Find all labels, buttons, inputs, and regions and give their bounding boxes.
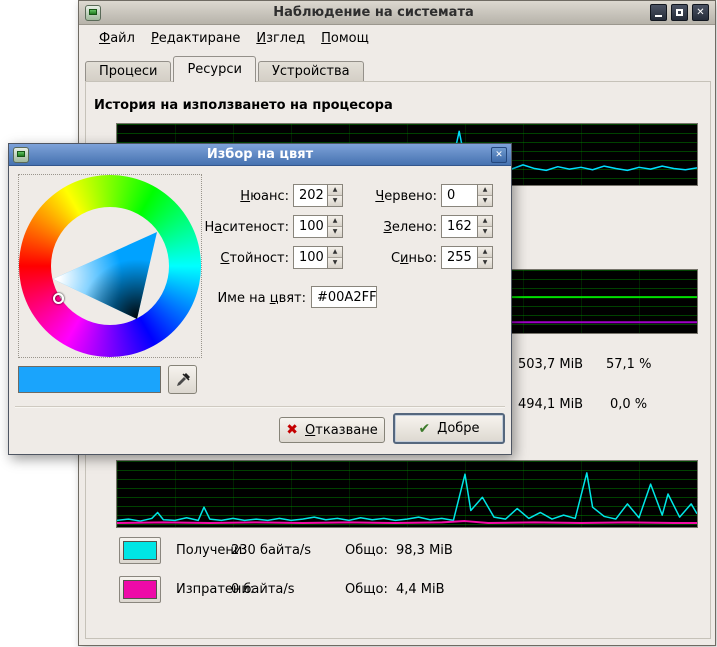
hue-label: Нюанс: [169,189,289,204]
memory-amount: 503,7 MiB [518,357,583,372]
blue-up-icon[interactable]: ▲ [478,247,492,258]
sent-color-swatch [123,580,157,599]
ok-button-label: Добре [437,421,479,436]
green-down-icon[interactable]: ▼ [478,227,492,237]
blue-spinbox[interactable]: 255 ▲▼ [441,246,493,269]
dialog-close-button[interactable]: ✕ [491,147,507,163]
menu-edit[interactable]: Редактиране [143,28,248,49]
memory-percent: 57,1 % [606,357,651,372]
received-total: 98,3 MiB [396,543,453,558]
value-label: Стойност: [169,251,289,266]
tab-resources[interactable]: Ресурси [173,56,256,82]
hue-spinbox[interactable]: 202 ▲▼ [293,184,343,207]
received-total-label: Общо: [345,543,388,558]
menu-help[interactable]: Помощ [313,28,377,49]
blue-value[interactable]: 255 [442,247,477,268]
green-up-icon[interactable]: ▲ [478,216,492,227]
blue-down-icon[interactable]: ▼ [478,258,492,268]
minimize-button[interactable] [650,4,667,21]
tab-devices[interactable]: Устройства [258,61,364,82]
saturation-label: Наситеност: [169,220,289,235]
red-down-icon[interactable]: ▼ [478,196,492,206]
dialog-titlebar[interactable]: Избор на цвят ✕ [9,144,511,166]
cancel-x-icon: ✖ [286,422,298,438]
menu-file[interactable]: Файл [91,28,143,49]
value-value[interactable]: 100 [294,247,327,268]
sent-color-button[interactable] [119,576,161,603]
ok-check-icon: ✔ [418,421,430,437]
color-name-label: Име на цвят: [186,291,306,306]
green-value[interactable]: 162 [442,216,477,237]
green-spinbox[interactable]: 162 ▲▼ [441,215,493,238]
app-icon [85,5,101,21]
swap-amount: 494,1 MiB [518,397,583,412]
window-titlebar[interactable]: Наблюдение на системата ✕ [79,1,715,25]
red-up-icon[interactable]: ▲ [478,185,492,196]
received-color-swatch [123,541,157,560]
dialog-app-icon [13,147,29,163]
value-spinbox[interactable]: 100 ▲▼ [293,246,343,269]
color-picker-dialog: Избор на цвят ✕ Нюанс: 202 ▲▼ Наситеност… [8,143,512,455]
sent-total-label: Общо: [345,582,388,597]
tab-processes[interactable]: Процеси [85,61,171,82]
minimize-icon [655,15,662,17]
maximize-icon [676,9,683,16]
ok-button[interactable]: ✔ Добре [393,413,505,444]
color-selection-marker[interactable] [53,293,64,304]
swap-percent: 0,0 % [610,397,647,412]
menu-view[interactable]: Изглед [248,28,313,49]
legend-row-sent: Изпратени: 0 байта/s Общо: 4,4 MiB [119,576,679,603]
menubar: Файл Редактиране Изглед Помощ [83,26,377,50]
close-icon: ✕ [693,5,708,20]
received-color-button[interactable] [119,537,161,564]
legend-row-received: Получени: 230 байта/s Общо: 98,3 MiB [119,537,679,564]
hue-value[interactable]: 202 [294,185,327,206]
color-name-input[interactable]: #00A2FF [311,286,377,308]
eyedropper-icon [175,372,191,388]
network-history-chart [116,460,698,528]
cpu-history-heading: История на използването на процесора [94,98,393,113]
sent-total: 4,4 MiB [396,582,445,597]
notebook-tabs: Процеси Ресурси Устройства [85,56,366,82]
saturation-spinbox[interactable]: 100 ▲▼ [293,215,343,238]
green-label: Зелено: [337,220,437,235]
cancel-button-label: Отказване [305,423,378,438]
dialog-separator [15,406,505,408]
window-title: Наблюдение на системата [101,5,646,20]
blue-label: Синьо: [337,251,437,266]
cancel-button[interactable]: ✖ Отказване [279,417,385,443]
close-button[interactable]: ✕ [692,4,709,21]
red-label: Червено: [337,189,437,204]
sent-rate: 0 байта/s [231,582,295,597]
red-spinbox[interactable]: 0 ▲▼ [441,184,493,207]
maximize-button[interactable] [671,4,688,21]
red-value[interactable]: 0 [442,185,477,206]
eyedropper-button[interactable] [168,365,197,394]
received-rate: 230 байта/s [231,543,311,558]
color-preview-swatch [18,366,161,393]
dialog-title: Избор на цвят [29,147,491,162]
saturation-value[interactable]: 100 [294,216,327,237]
